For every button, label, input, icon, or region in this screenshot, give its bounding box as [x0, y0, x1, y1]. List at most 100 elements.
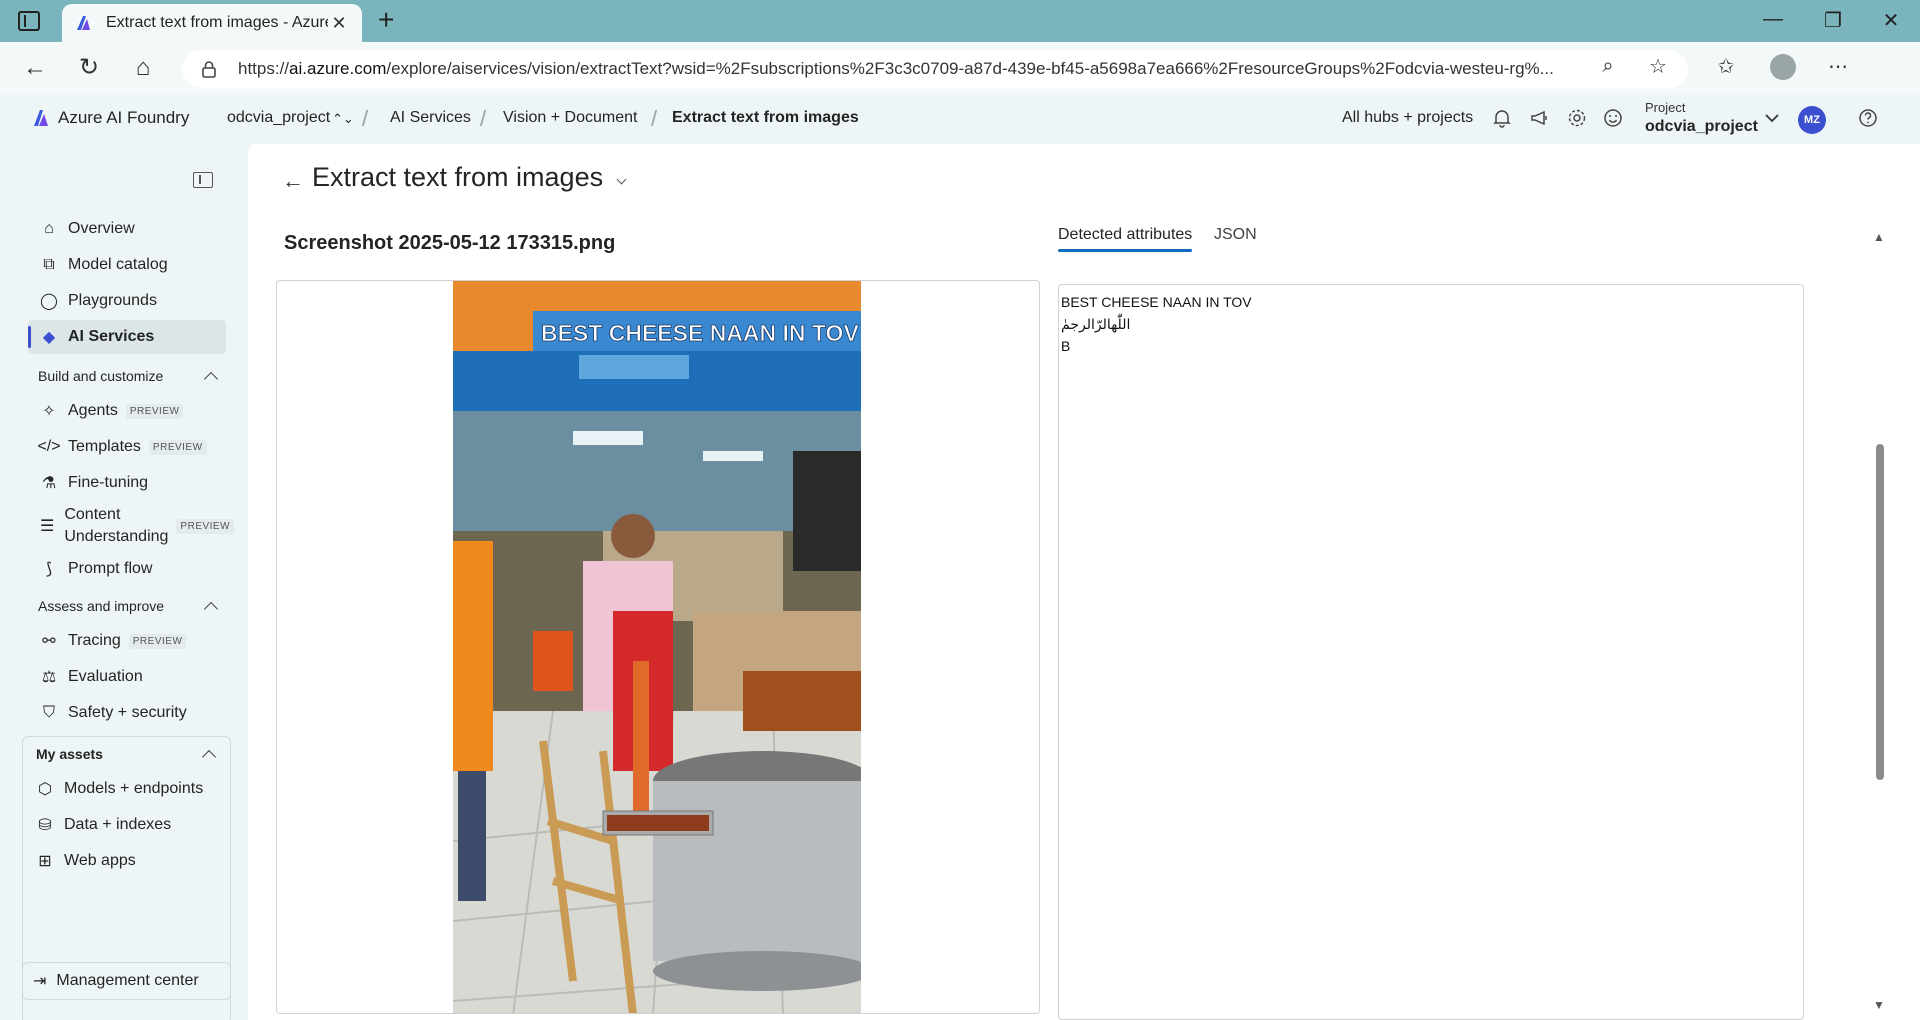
sidebar-item-overview[interactable]: ⌂ Overview: [28, 212, 226, 246]
flask-icon: ⚗: [41, 475, 57, 492]
restore-icon[interactable]: ❐: [1810, 8, 1856, 33]
brand[interactable]: Azure AI Foundry: [32, 108, 189, 128]
code-icon: </>: [37, 438, 61, 455]
main-content: ← Extract text from images Screenshot 20…: [248, 144, 1920, 1020]
scroll-down-arrow-icon[interactable]: ▼: [1873, 998, 1885, 1012]
breadcrumb-current: Extract text from images: [672, 109, 859, 126]
sidebar-item-label: Tracing: [68, 632, 121, 649]
sidebar-item-label: Playgrounds: [68, 292, 157, 309]
browser-toolbar: ← ↻ ⌂ https://ai.azure.com/explore/aiser…: [0, 42, 1920, 120]
collapse-sidebar-icon[interactable]: [193, 172, 213, 188]
sidebar-item-safety-security[interactable]: ⛉ Safety + security: [28, 696, 226, 730]
sidebar-item-web-apps[interactable]: ⊞ Web apps: [24, 844, 222, 878]
sidebar-item-data-indexes[interactable]: ⛁ Data + indexes: [24, 808, 222, 842]
sidebar-item-label: Fine-tuning: [68, 474, 149, 491]
refresh-icon[interactable]: ↻: [74, 54, 104, 82]
settings-gear-icon[interactable]: [1565, 106, 1589, 130]
sidebar-item-models-endpoints[interactable]: ⬡ Models + endpoints: [24, 772, 222, 806]
sidebar-item-fine-tuning[interactable]: ⚗ Fine-tuning: [28, 466, 226, 500]
favorite-star-icon[interactable]: ☆: [1642, 50, 1674, 82]
ai-services-icon: ◆: [42, 329, 56, 346]
sidebar-item-label: Model catalog: [68, 256, 168, 273]
document-icon: ☰: [40, 518, 55, 535]
user-avatar[interactable]: MZ: [1798, 106, 1826, 134]
detected-text-line: اللّٰهالرّالرجمٰ: [1061, 316, 1131, 332]
site-info-icon[interactable]: [200, 60, 218, 78]
cube-icon: ⧉: [43, 256, 55, 273]
announcements-icon[interactable]: [1528, 106, 1552, 130]
scale-icon: ⚖: [41, 669, 57, 686]
project-label: Project: [1645, 100, 1686, 115]
sidebar-item-model-catalog[interactable]: ⧉ Model catalog: [28, 248, 226, 282]
title-chevron-down-icon[interactable]: [616, 174, 627, 185]
project-name[interactable]: odcvia_project: [1645, 118, 1758, 136]
detected-text-line: BEST CHEESE NAAN IN TOV: [1061, 294, 1252, 310]
back-arrow-icon[interactable]: ←: [282, 168, 304, 194]
tab-detected-attributes[interactable]: Detected attributes: [1058, 226, 1193, 252]
breadcrumb-project[interactable]: odcvia_project: [227, 109, 330, 127]
new-tab-button[interactable]: +: [378, 6, 394, 34]
sidebar-item-prompt-flow[interactable]: ⟆ Prompt flow: [28, 552, 226, 586]
uploaded-photo: BEST CHEESE NAAN IN TOV: [453, 281, 861, 1013]
home-icon[interactable]: ⌂: [128, 54, 158, 82]
sidebar-item-playgrounds[interactable]: ◯ Playgrounds: [28, 284, 226, 318]
tab-json[interactable]: JSON: [1214, 226, 1257, 252]
browser-tab[interactable]: Extract text from images - Azure AI Foun…: [62, 4, 362, 42]
breadcrumb-ai-services[interactable]: AI Services: [390, 109, 471, 127]
favorites-icon[interactable]: ✩: [1710, 50, 1742, 82]
help-icon[interactable]: [1856, 106, 1880, 130]
breadcrumb-separator: /: [362, 106, 369, 131]
management-center-button[interactable]: ⇥ Management center: [22, 962, 231, 1000]
apps-icon: ⊞: [38, 853, 52, 870]
scrollbar-thumb[interactable]: [1876, 444, 1884, 780]
zoom-icon[interactable]: ⌕: [1592, 50, 1624, 82]
sign-text: BEST CHEESE NAAN IN TOV: [541, 320, 859, 346]
scroll-up-arrow-icon[interactable]: ▲: [1873, 230, 1885, 244]
all-hubs-link[interactable]: All hubs + projects: [1342, 109, 1473, 127]
sidebar-tabs-icon[interactable]: [18, 11, 40, 31]
section-title: My assets: [36, 746, 103, 762]
sidebar-item-tracing[interactable]: ⚯ Tracing PREVIEW: [28, 624, 226, 658]
image-preview-frame: BEST CHEESE NAAN IN TOV: [276, 280, 1040, 1014]
database-icon: ⛁: [38, 817, 52, 834]
sidebar-item-label: Evaluation: [68, 668, 143, 685]
notifications-icon[interactable]: [1490, 106, 1514, 130]
agents-icon: ✧: [42, 403, 56, 420]
sidebar-item-label: Models + endpoints: [64, 780, 204, 797]
window-close-icon[interactable]: ✕: [1868, 8, 1914, 33]
preview-badge: PREVIEW: [128, 633, 187, 649]
more-options-icon[interactable]: ⋯: [1822, 50, 1854, 82]
cube-icon: ⬡: [38, 781, 52, 798]
sidebar-item-label: AI Services: [68, 328, 155, 345]
chat-icon: ◯: [40, 293, 58, 310]
browser-profile-avatar[interactable]: [1770, 54, 1796, 80]
minimize-icon[interactable]: —: [1750, 8, 1796, 31]
project-chevron-down-icon[interactable]: [1760, 106, 1784, 130]
section-build-customize[interactable]: Build and customize: [38, 368, 219, 386]
tracing-icon: ⚯: [42, 633, 56, 650]
feedback-smiley-icon[interactable]: [1601, 106, 1625, 130]
section-title: Assess and improve: [38, 598, 165, 614]
sidebar-item-label: Web apps: [64, 852, 136, 869]
close-tab-icon[interactable]: ✕: [328, 13, 350, 34]
sidebar-item-content-understanding[interactable]: ☰ Content Understanding PREVIEW: [28, 502, 235, 550]
management-center-label: Management center: [56, 972, 199, 989]
chevron-up-icon: [203, 371, 219, 386]
brand-name: Azure AI Foundry: [58, 108, 190, 127]
chevron-up-icon: [203, 601, 219, 616]
sidebar-item-agents[interactable]: ✧ Agents PREVIEW: [28, 394, 226, 428]
section-assess-improve[interactable]: Assess and improve: [38, 598, 219, 616]
left-sidebar: ⌂ Overview ⧉ Model catalog ◯ Playgrounds…: [0, 144, 246, 1020]
app-header: Azure AI Foundry odcvia_project ⌃⌄ / AI …: [0, 94, 1920, 144]
address-bar[interactable]: https://ai.azure.com/explore/aiservices/…: [182, 50, 1688, 88]
shield-icon: ⛉: [42, 704, 55, 721]
azure-foundry-logo-icon: [34, 110, 48, 126]
sidebar-item-templates[interactable]: </> Templates PREVIEW: [28, 430, 226, 464]
sidebar-item-label: Data + indexes: [64, 816, 172, 833]
project-switch-icon[interactable]: ⌃⌄: [332, 111, 354, 127]
breadcrumb-vision-document[interactable]: Vision + Document: [503, 109, 637, 127]
sidebar-item-evaluation[interactable]: ⚖ Evaluation: [28, 660, 226, 694]
section-my-assets[interactable]: My assets: [36, 746, 217, 764]
back-icon[interactable]: ←: [20, 54, 50, 82]
sidebar-item-ai-services[interactable]: ◆ AI Services: [28, 320, 226, 354]
